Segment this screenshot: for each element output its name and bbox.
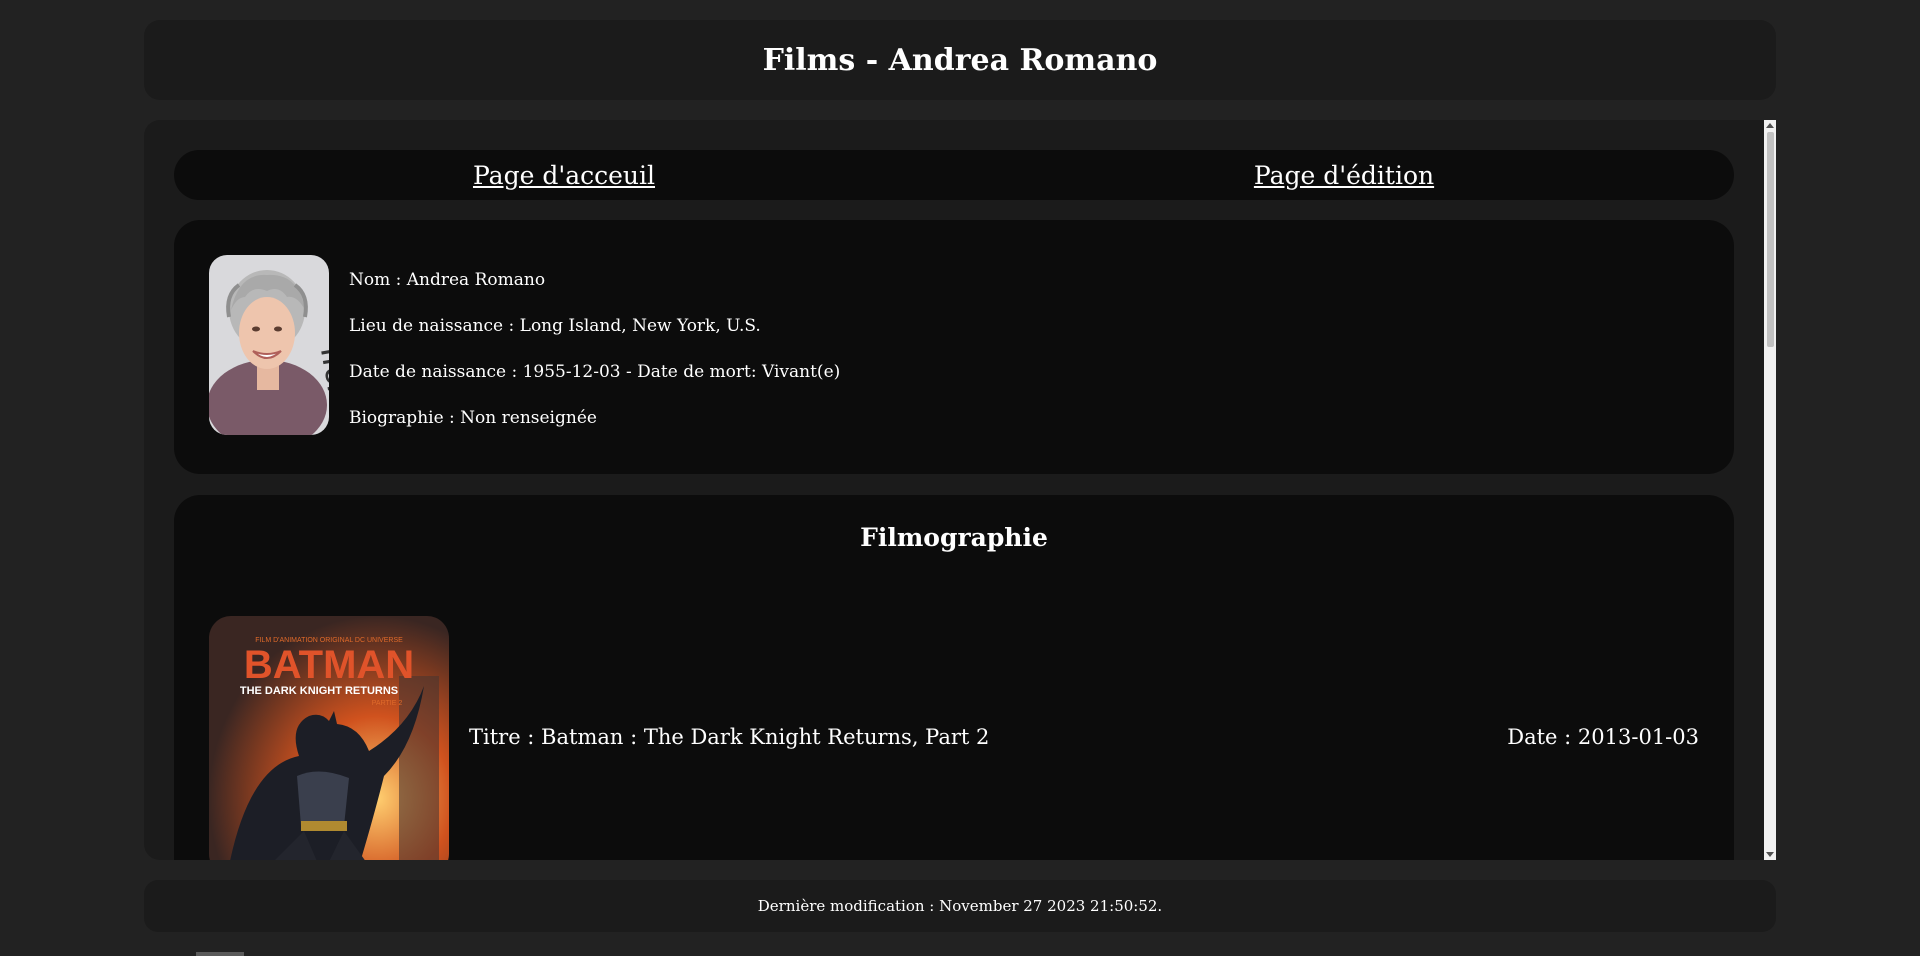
actor-profile-card: ITOR Nom : Andrea Romano Lieu de naissan… (174, 220, 1734, 474)
page-header: Films - Andrea Romano (144, 20, 1776, 100)
film-date: Date : 2013-01-03 (1507, 725, 1699, 749)
poster-logo-text: BATMAN (244, 643, 414, 687)
scroll-down-arrow-icon[interactable] (1766, 852, 1774, 857)
page-footer: Dernière modification : November 27 2023… (144, 880, 1776, 932)
nav-bar: Page d'acceuil Page d'édition (174, 150, 1734, 200)
last-modified-text: Dernière modification : November 27 2023… (757, 897, 1163, 915)
actor-photo: ITOR (209, 255, 329, 435)
edit-link[interactable]: Page d'édition (954, 150, 1734, 200)
page-title: Films - Andrea Romano (762, 42, 1158, 78)
actor-dates: Date de naissance : 1955-12-03 - Date de… (349, 362, 841, 382)
film-title: Titre : Batman : The Dark Knight Returns… (469, 725, 990, 749)
actor-birthplace: Lieu de naissance : Long Island, New Yor… (349, 316, 761, 336)
actor-bio: Biographie : Non renseignée (349, 408, 597, 428)
scroll-thumb[interactable] (1767, 132, 1774, 347)
home-link[interactable]: Page d'acceuil (174, 150, 954, 200)
scroll-up-arrow-icon[interactable] (1766, 123, 1774, 128)
film-poster: FILM D'ANIMATION ORIGINAL DC UNIVERSE BA… (209, 616, 449, 860)
poster-subtitle-text: THE DARK KNIGHT RETURNS (240, 685, 398, 697)
actor-info: Nom : Andrea Romano Lieu de naissance : … (349, 270, 840, 454)
filmography-heading: Filmographie (860, 523, 1048, 552)
actor-name: Nom : Andrea Romano (349, 270, 546, 290)
taskbar-edge (196, 952, 244, 956)
main-scrollbar[interactable] (1764, 120, 1776, 860)
main-panel: Page d'acceuil Page d'édition ITOR Nom :… (144, 120, 1776, 860)
filmography-card: Filmographie FILM D'ANIMATION ORIGINAL D… (174, 495, 1734, 860)
poster-part-text: PARTIE 2 (372, 700, 403, 707)
